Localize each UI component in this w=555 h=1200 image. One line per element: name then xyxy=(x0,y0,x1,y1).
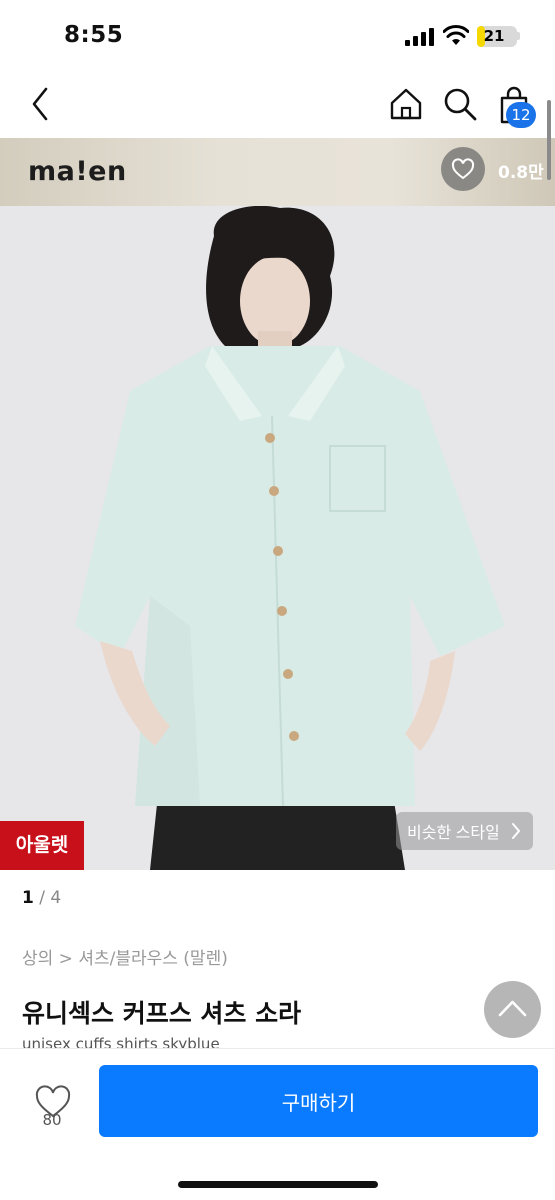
brand-logo[interactable]: ma!en xyxy=(28,156,127,187)
back-button[interactable] xyxy=(26,84,60,124)
outlet-badge: 아울렛 xyxy=(0,821,84,870)
cart-count-badge: 12 xyxy=(506,102,536,128)
battery-level-text: 21 xyxy=(483,27,505,45)
chevron-left-icon xyxy=(32,87,48,121)
wifi-icon xyxy=(443,25,469,45)
pagination-separator: / xyxy=(39,888,45,908)
similar-style-label: 비슷한 스타일 xyxy=(407,825,500,842)
battery-tip xyxy=(517,32,520,40)
scroll-to-top-button[interactable] xyxy=(484,981,541,1038)
product-photo xyxy=(0,206,555,870)
similar-style-button[interactable]: 비슷한 스타일 xyxy=(396,812,533,850)
bottom-action-bar: 80 구매하기 xyxy=(0,1048,555,1200)
pagination-current: 1 xyxy=(22,888,34,908)
home-indicator xyxy=(178,1181,378,1188)
category-breadcrumb[interactable]: 상의 > 셔츠/블라우스 (말렌) xyxy=(22,944,228,969)
chevron-up-icon xyxy=(498,1000,527,1017)
status-bar: 8:55 21 xyxy=(0,0,555,72)
battery-indicator: 21 xyxy=(477,26,517,47)
top-navigation xyxy=(0,72,555,138)
brand-banner[interactable]: ma!en 0.8만 xyxy=(0,138,555,206)
product-image[interactable] xyxy=(0,206,555,870)
brand-like-button[interactable] xyxy=(441,147,485,191)
status-time: 8:55 xyxy=(64,22,124,48)
image-pagination: 1 / 4 xyxy=(22,888,61,908)
cellular-signal-icon xyxy=(405,28,434,46)
home-button[interactable] xyxy=(386,84,426,124)
brand-like-count: 0.8만 xyxy=(498,163,544,183)
product-subtitle: unisex cuffs shirts skyblue xyxy=(22,1035,220,1049)
product-title: 유니섹스 커프스 셔츠 소라 xyxy=(22,999,302,1028)
scrollbar[interactable] xyxy=(547,100,551,180)
chevron-right-icon xyxy=(512,823,521,839)
search-icon xyxy=(444,88,477,121)
pagination-total: 4 xyxy=(50,888,62,908)
search-button[interactable] xyxy=(440,84,480,124)
heart-icon xyxy=(451,158,475,180)
buy-button[interactable]: 구매하기 xyxy=(99,1065,538,1137)
home-icon xyxy=(390,88,422,120)
wish-count: 80 xyxy=(42,1111,62,1129)
